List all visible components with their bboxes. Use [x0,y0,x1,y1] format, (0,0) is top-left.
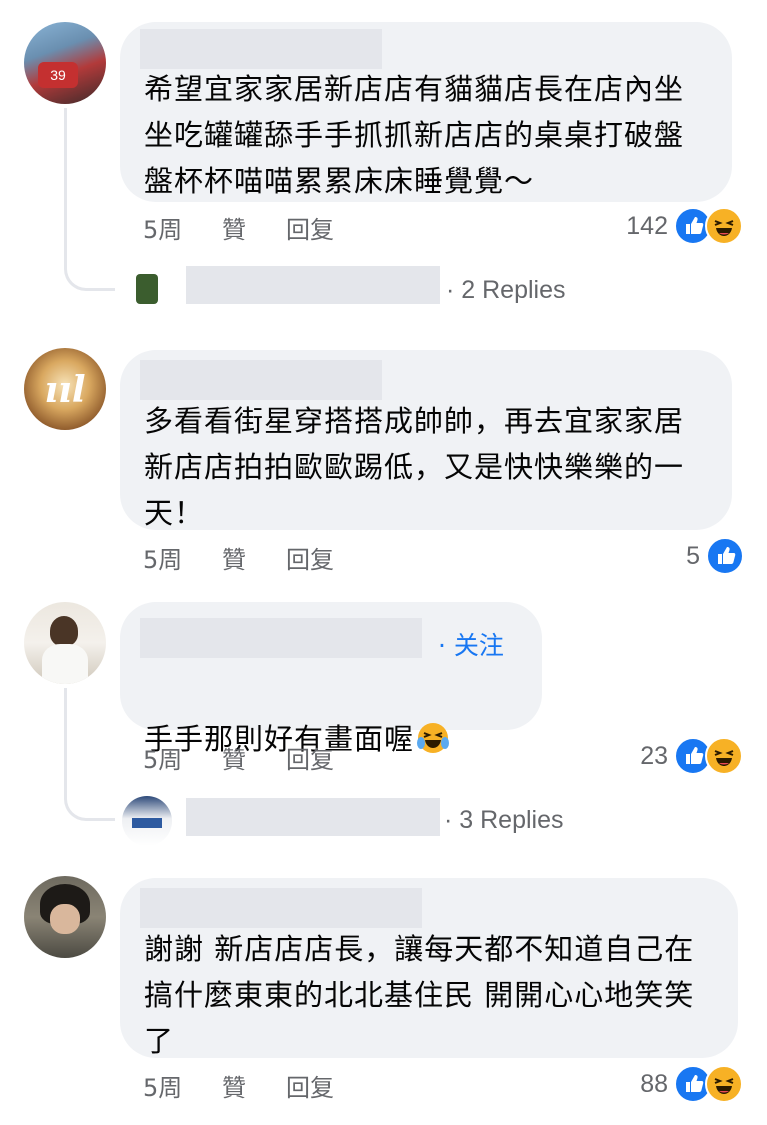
reaction-count[interactable]: 5 [640,542,700,571]
haha-reaction-icon[interactable] [705,207,743,245]
avatar-jersey-icon: 39 [38,62,78,88]
thread-line [64,108,67,258]
thread-connector [64,250,115,291]
svg-text:ııl: ııl [44,369,85,411]
author-name-redacted[interactable] [140,29,382,69]
author-name-redacted[interactable] [140,360,382,400]
like-reaction-icon[interactable] [706,537,744,575]
reply-author-redacted[interactable] [186,266,440,304]
avatar[interactable]: 39 [24,22,106,104]
reply-button[interactable]: 回复 [286,210,334,245]
reply-avatar[interactable] [122,796,172,846]
like-button[interactable]: 贊 [222,1068,246,1103]
avatar[interactable] [24,876,106,958]
timestamp[interactable]: 5周 [143,540,182,575]
reply-button[interactable]: 回复 [286,540,334,575]
avatar-photo-detail [50,616,78,646]
timestamp[interactable]: 5周 [143,210,182,245]
reaction-count[interactable]: 23 [600,742,668,771]
thread-connector [64,780,115,821]
avatar-photo-detail [50,904,80,934]
comment-text-body: 手手那則好有畫面喔 [144,722,415,756]
author-name-redacted[interactable] [140,618,422,658]
comment-text: 希望宜家家居新店店有貓貓店長在店內坐 坐吃罐罐舔手手抓抓新店店的桌桌打破盤 盤杯… [144,72,685,198]
tears-of-joy-emoji [416,721,450,768]
timestamp[interactable]: 5周 [143,740,182,775]
avatar-photo-detail [42,644,88,684]
reply-button[interactable]: 回复 [286,1068,334,1103]
view-replies-link[interactable]: · 2 Replies [446,276,566,305]
haha-reaction-icon[interactable] [705,737,743,775]
author-name-redacted[interactable] [140,888,422,928]
like-button[interactable]: 贊 [222,740,246,775]
comment-text: 手手那則好有畫面喔 [144,670,524,768]
reaction-count[interactable]: 88 [600,1070,668,1099]
comment-text: 多看看街星穿搭搭成帥帥，再去宜家家居 新店店拍拍歐歐踢低，又是快快樂樂的一 天！ [144,404,685,530]
follow-button[interactable]: · 关注 [438,626,504,662]
comment-text: 謝謝 新店店店長，讓每天都不知道自己在 搞什麼東東的北北基住民 開開心心地笑笑 … [144,932,695,1058]
avatar-logo-icon: ııl [44,369,85,411]
haha-reaction-icon[interactable] [705,1065,743,1103]
timestamp[interactable]: 5周 [143,1068,182,1103]
reply-avatar[interactable] [122,266,172,316]
reply-author-redacted[interactable] [186,798,440,836]
avatar-photo-detail [136,274,158,304]
view-replies-link[interactable]: · 3 Replies [444,806,564,835]
avatar[interactable]: ııl [24,348,106,430]
thread-line [64,688,67,788]
reply-button[interactable]: 回复 [286,740,334,775]
like-button[interactable]: 贊 [222,210,246,245]
avatar-photo-detail [132,818,162,828]
avatar[interactable] [24,602,106,684]
like-button[interactable]: 贊 [222,540,246,575]
reaction-count[interactable]: 142 [600,212,668,241]
